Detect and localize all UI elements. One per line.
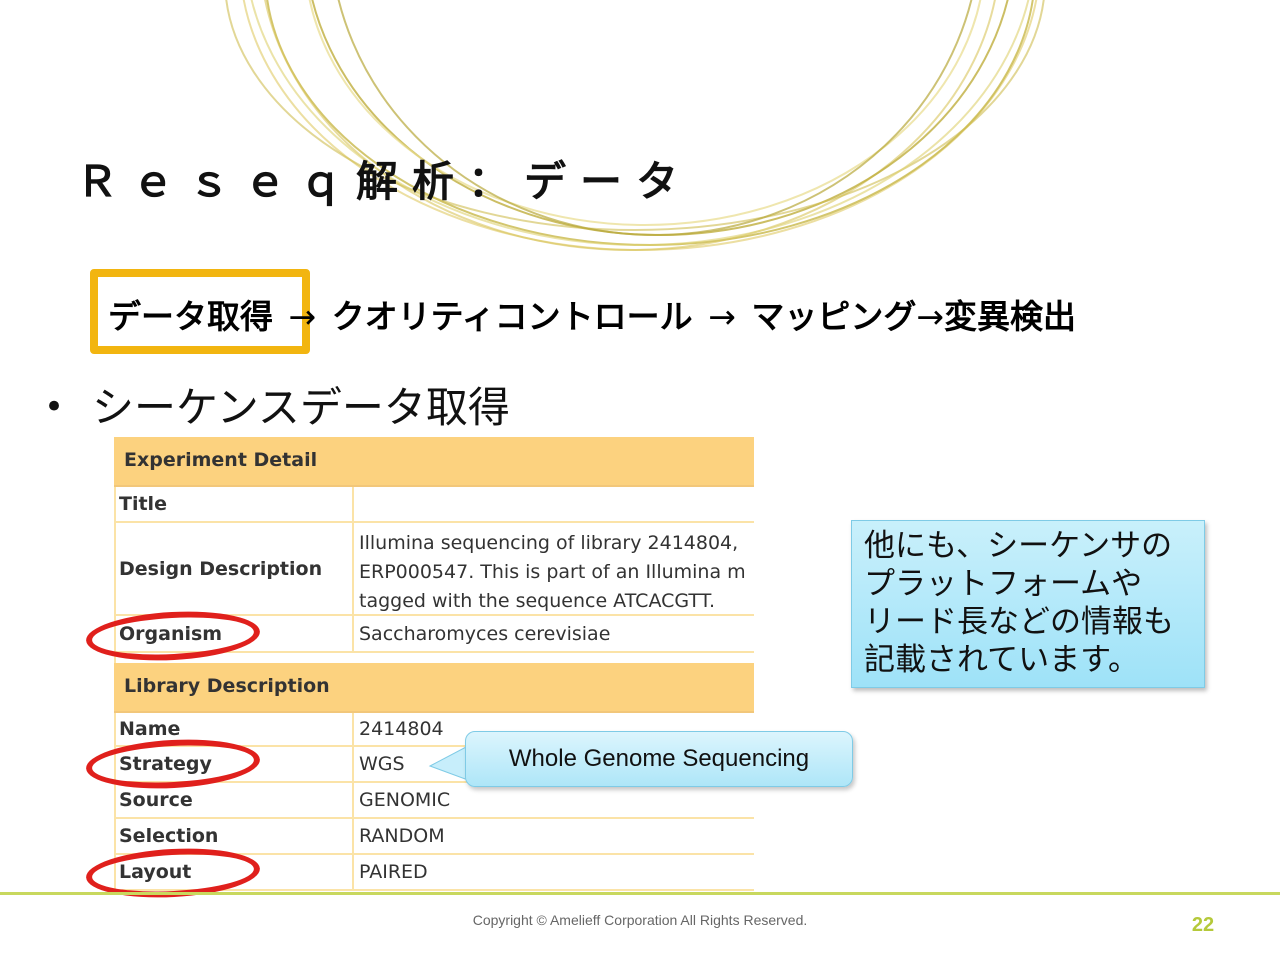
- step-data-acquisition: データ取得: [108, 297, 273, 336]
- workflow-steps: データ取得 → クオリティコントロール → マッピング→変異検出: [108, 290, 1076, 338]
- copyright-text: Copyright © Amelieff Corporation All Rig…: [472, 912, 808, 928]
- table-row: Title: [114, 487, 754, 523]
- bullet-item: • シーケンスデータ取得: [44, 374, 510, 435]
- bullet-text: シーケンスデータ取得: [92, 383, 510, 432]
- library-description-header: Library Description: [114, 663, 754, 713]
- experiment-detail-header: Experiment Detail: [114, 437, 754, 487]
- page-number: 22: [1191, 914, 1215, 936]
- table-row: Design Description Illumina sequencing o…: [114, 523, 754, 616]
- row-value: Illumina sequencing of library 2414804, …: [359, 532, 746, 612]
- row-value: [358, 487, 754, 521]
- row-value: GENOMIC: [359, 789, 451, 811]
- row-label: Selection: [114, 819, 354, 853]
- arrow-icon: →: [288, 297, 317, 336]
- step-mapping: マッピング: [751, 297, 917, 336]
- experiment-table: Experiment Detail Title Design Descripti…: [114, 437, 754, 895]
- bullet-icon: •: [44, 387, 65, 427]
- row-label: Title: [114, 487, 354, 521]
- arrow-icon: →: [916, 297, 944, 336]
- step-variant-detection: 変異検出: [944, 297, 1076, 336]
- slide-title: Ｒｅｓｅｑ解析：データ: [76, 157, 693, 206]
- row-label: Name: [114, 713, 354, 745]
- row-value: PAIRED: [359, 861, 428, 883]
- arrow-icon: →: [708, 297, 736, 336]
- step-quality-control: クオリティコントロール: [331, 297, 693, 336]
- info-note: 他にも、シーケンサの プラットフォームや リード長などの情報も 記載されています…: [851, 520, 1205, 688]
- row-label: Design Description: [114, 523, 354, 614]
- row-value: RANDOM: [359, 825, 445, 847]
- footer-divider: [0, 892, 1280, 895]
- row-value: Saccharomyces cerevisiae: [359, 622, 611, 645]
- wgs-callout: Whole Genome Sequencing: [465, 731, 853, 787]
